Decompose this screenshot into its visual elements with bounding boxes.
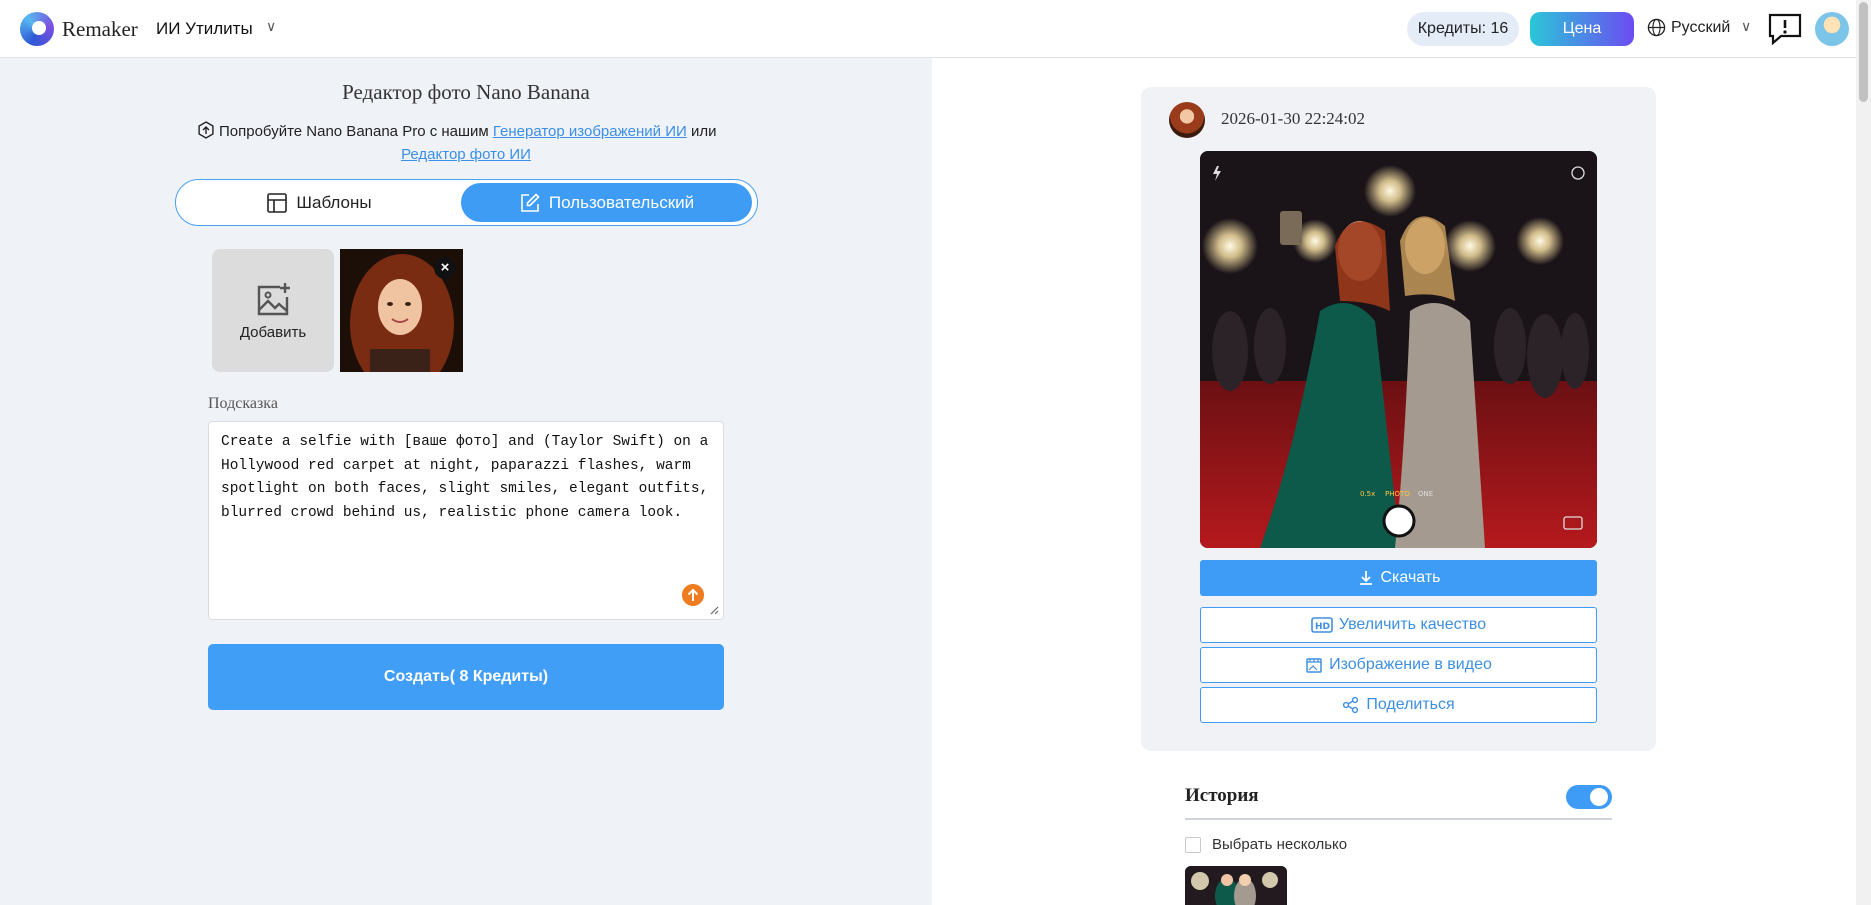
camera-mode-one: ONE [1418,490,1433,498]
promo-text-line2: Редактор фото ИИ [0,144,932,165]
result-image[interactable]: 0.5x PHOTO ONE [1200,151,1597,548]
download-label: Скачать [1380,569,1441,586]
tab-custom[interactable]: Пользовательский [461,183,752,222]
globe-icon[interactable] [1647,18,1666,37]
add-image-label: Добавить [239,324,307,341]
mode-tabs: Шаблоны Пользовательский [175,179,758,226]
promo-mid: или [690,123,717,140]
camera-mode-photo: PHOTO [1385,490,1410,498]
page-title: Редактор фото Nano Banana [342,80,590,104]
page-scrollbar[interactable] [1856,0,1871,905]
upload-arrow-icon[interactable] [682,584,704,606]
upscale-button[interactable]: HD Увеличить качество [1200,607,1597,643]
download-icon [1359,571,1372,585]
select-multiple-checkbox[interactable] [1185,837,1201,853]
user-avatar[interactable] [1815,12,1849,46]
history-divider [1185,818,1612,820]
download-button[interactable]: Скачать [1200,560,1597,596]
prompt-textarea[interactable]: Create a selfie with [ваше фото] and (Ta… [208,421,724,620]
result-panel: 2026-01-30 22:24:02 0.5x PHOTO ONE Скача… [932,58,1856,905]
language-selector[interactable]: Русский [1671,19,1730,37]
tab-templates-label: Шаблоны [296,192,372,212]
result-card: 2026-01-30 22:24:02 0.5x PHOTO ONE Скача… [1141,87,1656,751]
ai-photo-editor-link[interactable]: Редактор фото ИИ [401,146,531,163]
promo-prefix: Попробуйте Nano Banana Pro с нашим [219,123,489,140]
tab-custom-label: Пользовательский [548,192,695,212]
promo-text: Попробуйте Nano Banana Pro с нашим Генер… [197,121,747,142]
hd-icon: HD [1311,617,1333,633]
result-avatar [1169,102,1205,138]
scrollbar-thumb[interactable] [1859,2,1868,102]
chevron-down-icon[interactable]: ∨ [266,18,276,35]
upgrade-icon [198,121,214,139]
svg-text:HD: HD [1315,622,1330,632]
result-timestamp: 2026-01-30 22:24:02 [1221,109,1366,128]
feedback-icon[interactable] [1767,12,1803,46]
video-icon [1306,658,1322,673]
create-button[interactable]: Создать( 8 Кредиты) [208,644,724,710]
brand-name[interactable]: Remaker [62,17,138,42]
prompt-text[interactable]: Create a selfie with [ваше фото] and (Ta… [221,431,713,525]
toggle-knob [1590,788,1608,806]
image-to-video-label: Изображение в видео [1329,656,1492,673]
ai-image-generator-link[interactable]: Генератор изображений ИИ [493,123,687,140]
chevron-down-icon[interactable]: ∨ [1741,18,1751,35]
resize-handle-icon[interactable] [709,605,719,615]
share-button[interactable]: Поделиться [1200,687,1597,723]
remove-image-button[interactable]: × [434,257,456,279]
history-thumbnail[interactable] [1185,866,1287,905]
share-label: Поделиться [1366,696,1455,713]
credits-badge[interactable]: Кредиты: 16 [1407,12,1519,46]
share-icon [1343,696,1359,714]
add-image-icon [257,283,290,316]
top-header: Remaker ИИ Утилиты ∨ Кредиты: 16 Цена Ру… [0,0,1871,58]
tab-templates[interactable]: Шаблоны [176,180,462,225]
generated-photo: 0.5x PHOTO ONE [1200,151,1597,548]
editor-panel: Редактор фото Nano Banana Попробуйте Nan… [0,58,932,905]
remaker-logo-icon[interactable] [20,12,54,46]
tools-menu[interactable]: ИИ Утилиты [156,19,253,39]
price-button[interactable]: Цена [1530,12,1634,46]
add-image-button[interactable]: Добавить [212,249,334,372]
select-multiple-label[interactable]: Выбрать несколько [1212,836,1347,853]
history-title: История [1185,785,1259,806]
camera-mode-zoom: 0.5x [1360,490,1375,498]
edit-icon [521,192,540,212]
templates-icon [267,192,288,213]
image-to-video-button[interactable]: Изображение в видео [1200,647,1597,683]
upscale-label: Увеличить качество [1338,616,1487,633]
prompt-label: Подсказка [208,395,278,412]
history-image [1185,866,1287,905]
history-toggle[interactable] [1566,785,1612,809]
